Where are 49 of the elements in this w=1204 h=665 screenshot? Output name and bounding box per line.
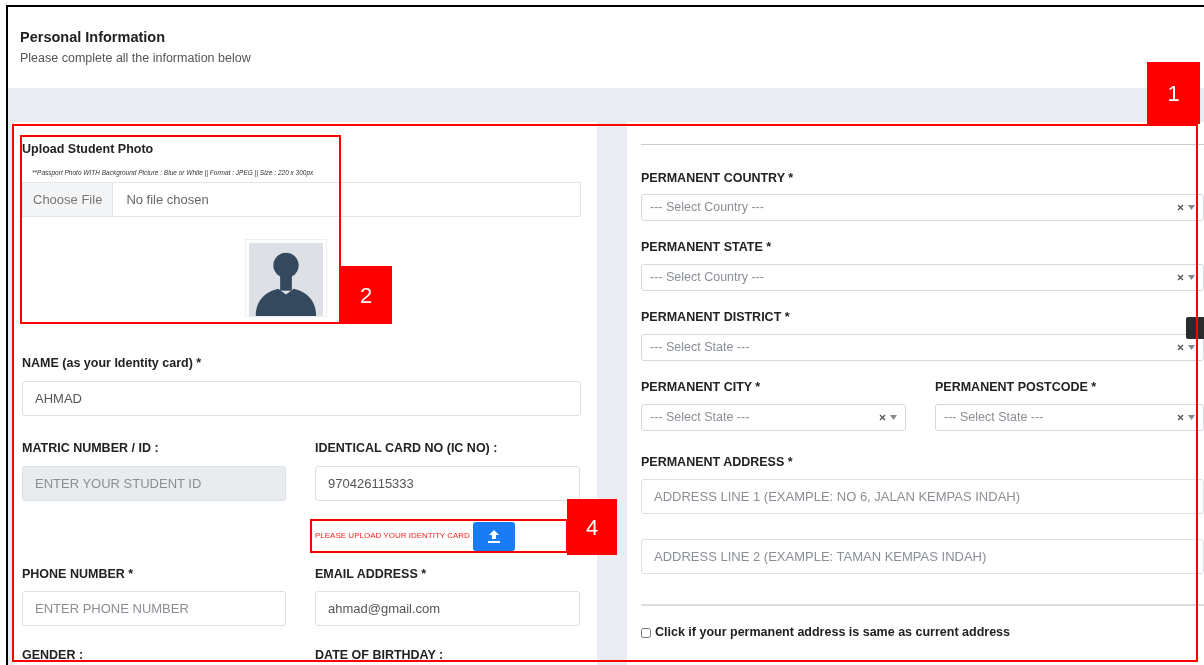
input-field[interactable]: ADDRESS LINE 1 (EXAMPLE: NO 6, JALAN KEMPAS INDAH): [641, 479, 1204, 515]
input-field[interactable]: AHMAD: [22, 380, 581, 416]
same-address-checkbox[interactable]: [641, 627, 651, 638]
field-label: PHONE NUMBER *: [22, 565, 135, 583]
field-label: GENDER :: [22, 647, 85, 665]
clear-icon: [879, 413, 886, 421]
field-label: DATE OF BIRTHDAY :: [315, 647, 445, 665]
annotation-badge: 2: [340, 266, 392, 324]
annotation-badge: 1: [1147, 62, 1200, 124]
clear-icon: [1177, 413, 1184, 421]
section-title: Personal Information: [20, 28, 167, 47]
select-field[interactable]: --- Select Country ---: [641, 194, 1204, 222]
upload-title: Upload Student Photo: [22, 140, 155, 158]
section-subtitle: Please complete all the information below: [20, 49, 252, 67]
avatar-placeholder-icon: [245, 239, 327, 317]
select-field[interactable]: --- Select Country ---: [641, 264, 1204, 291]
caret-icon: [1188, 344, 1195, 350]
field-label: PERMANENT CITY *: [641, 378, 762, 396]
select-field[interactable]: --- Select State ---: [641, 403, 906, 431]
field-label: PERMANENT COUNTRY *: [641, 169, 795, 187]
choose-file-button[interactable]: Choose File: [23, 183, 114, 216]
field-label: MATRIC NUMBER / ID :: [22, 439, 160, 457]
input-field[interactable]: ADDRESS LINE 2 (EXAMPLE: TAMAN KEMPAS INDAH): [641, 539, 1204, 575]
field-label: NAME (as your Identity card) *: [22, 355, 203, 372]
field-label: PERMANENT DISTRICT *: [641, 309, 791, 326]
input-field[interactable]: ahmad@gmail.com: [315, 591, 580, 627]
field-label: PERMANENT ADDRESS *: [641, 453, 794, 471]
select-field[interactable]: --- Select State ---: [641, 333, 1204, 361]
annotation-badge: 4: [567, 499, 617, 555]
caret-icon: [1188, 414, 1195, 420]
input-field[interactable]: 970426115333: [315, 465, 580, 501]
clear-icon: [1177, 343, 1184, 351]
caret-icon: [1188, 275, 1195, 280]
file-input[interactable]: Choose File No file chosen: [22, 182, 581, 217]
field-label: IDENTICAL CARD NO (IC NO) :: [315, 439, 499, 457]
clear-icon: [1177, 274, 1184, 281]
upload-icon: [486, 529, 501, 543]
upload-button[interactable]: [472, 521, 515, 551]
warning-text: PLEASE UPLOAD YOUR IDENTITY CARD: [315, 530, 470, 542]
caret-icon: [890, 414, 897, 420]
select-field[interactable]: --- Select State ---: [935, 403, 1204, 431]
checkbox-label: Click if your permanent address is same as current address: [655, 624, 1010, 642]
field-label: PERMANENT STATE *: [641, 239, 773, 257]
field-label: EMAIL ADDRESS *: [315, 565, 428, 583]
field-label: PERMANENT POSTCODE *: [935, 378, 1098, 396]
input-field[interactable]: ENTER PHONE NUMBER: [22, 591, 286, 627]
caret-icon: [1188, 205, 1195, 211]
file-status: No file chosen: [126, 190, 209, 209]
clear-icon: [1177, 204, 1184, 212]
